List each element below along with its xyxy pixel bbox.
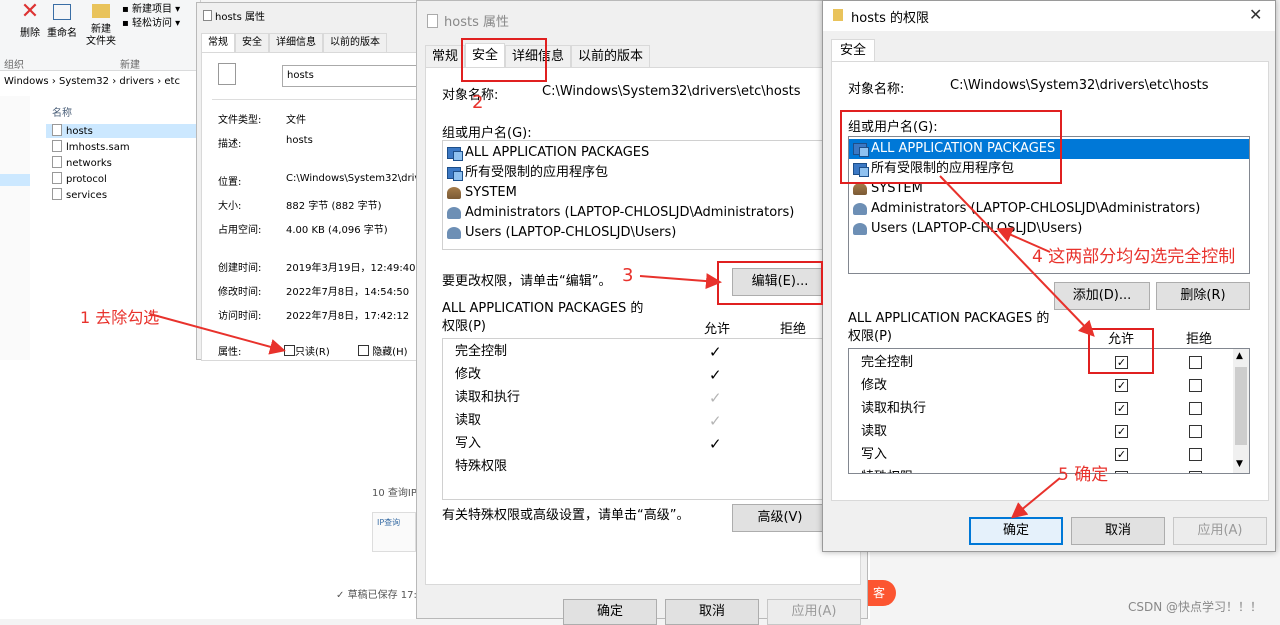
annotation-arrows	[149, 175, 1095, 519]
arrow-4a	[996, 227, 1051, 253]
arrow-3	[639, 273, 722, 290]
arrow-5	[1010, 477, 1061, 519]
arrow-1	[149, 313, 286, 355]
arrow-4b	[939, 175, 1095, 337]
